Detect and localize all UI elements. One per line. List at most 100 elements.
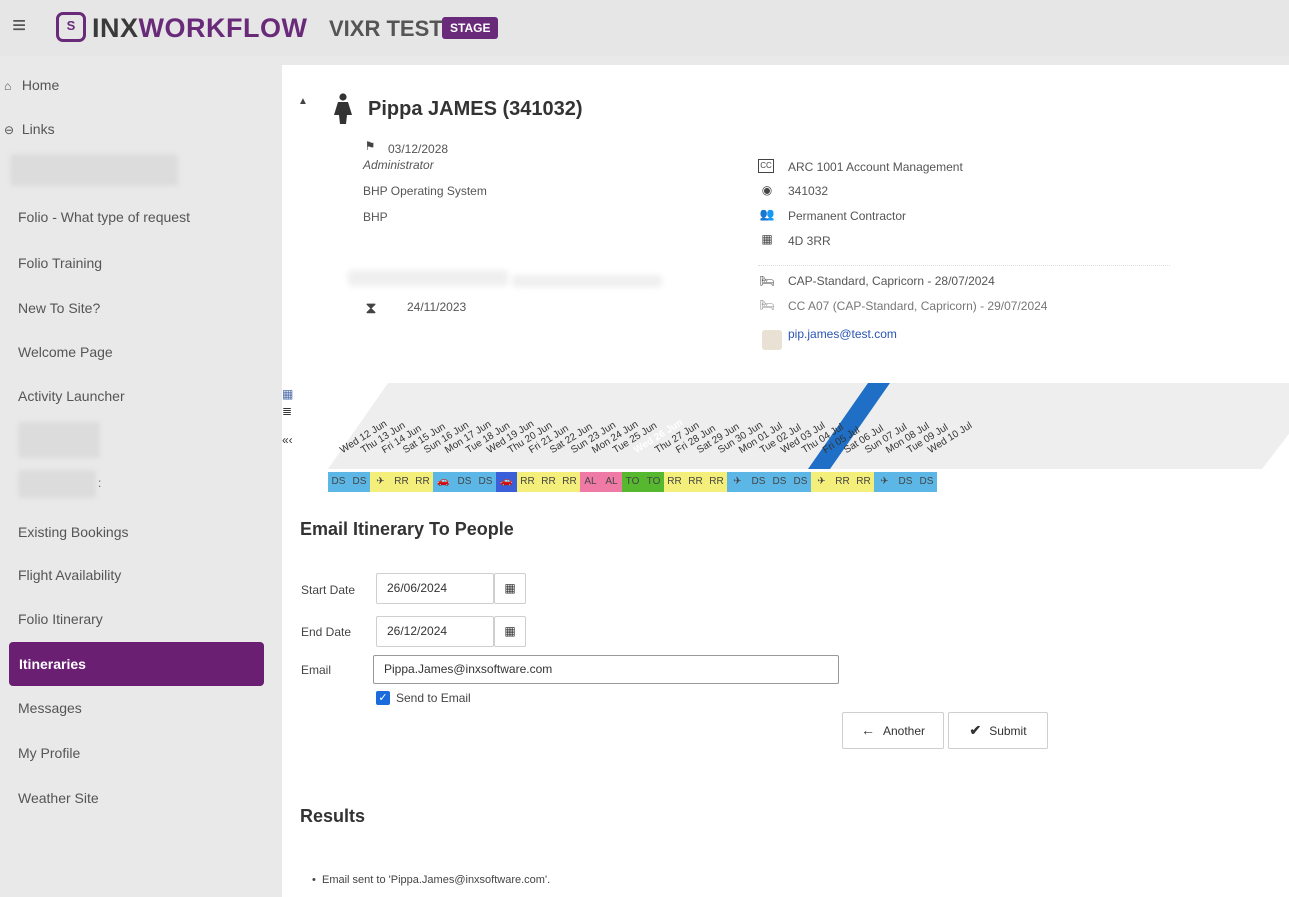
calendar-day-cell[interactable]: 🚗 bbox=[496, 472, 517, 492]
logo-text-workflow: WORKFLOW bbox=[138, 13, 308, 43]
calendar-day-cell[interactable]: TO bbox=[643, 472, 664, 492]
calendar-day-cell[interactable]: DS bbox=[328, 472, 349, 492]
calendar-day-cell[interactable]: RR bbox=[391, 472, 412, 492]
sidebar-item-home[interactable]: ⌂ Home bbox=[4, 76, 59, 95]
person-role: Administrator bbox=[363, 158, 434, 172]
start-date-input[interactable]: 26/06/2024 bbox=[376, 573, 494, 604]
person-system: BHP Operating System bbox=[363, 184, 487, 198]
calendar-day-cell[interactable]: RR bbox=[517, 472, 538, 492]
submit-button[interactable]: ✔ Submit bbox=[948, 712, 1048, 749]
top-bar: ≡ S INXWORKFLOW VIXR TEST STAGE bbox=[0, 0, 1289, 56]
email-avatar-icon bbox=[762, 330, 782, 350]
sidebar-item-weather-site[interactable]: Weather Site bbox=[18, 789, 99, 807]
sidebar-item-links[interactable]: ⊖ Links bbox=[4, 120, 55, 139]
bed-icon: 🛏 bbox=[759, 274, 775, 288]
end-date-input[interactable]: 26/12/2024 bbox=[376, 616, 494, 647]
calendar-day-cell[interactable]: RR bbox=[832, 472, 853, 492]
sidebar-item-folio-itinerary[interactable]: Folio Itinerary bbox=[18, 610, 103, 628]
email-itinerary-title: Email Itinerary To People bbox=[300, 519, 514, 539]
end-date-calendar-icon[interactable]: ▦ bbox=[494, 616, 526, 647]
person-icon bbox=[334, 93, 352, 124]
cost-centre-icon: CC bbox=[758, 159, 774, 173]
calendar-day-cell[interactable]: DS bbox=[895, 472, 916, 492]
hamburger-menu-icon[interactable]: ≡ bbox=[12, 14, 26, 38]
link-icon: ⊖ bbox=[4, 123, 15, 137]
sidebar-item-messages[interactable]: Messages bbox=[18, 699, 82, 717]
checkmark-icon: ✔ bbox=[969, 722, 982, 738]
start-date-label: Start Date bbox=[301, 583, 356, 597]
calendar-day-cell[interactable]: ✈ bbox=[811, 472, 832, 492]
start-date-calendar-icon[interactable]: ▦ bbox=[494, 573, 526, 604]
calendar-day-cell[interactable]: ✈ bbox=[370, 472, 391, 492]
sidebar-item-my-profile[interactable]: My Profile bbox=[18, 744, 80, 762]
accommodation-2: CC A07 (CAP-Standard, Capricorn) - 29/07… bbox=[788, 299, 1048, 313]
sidebar-item-folio-request[interactable]: Folio - What type of request bbox=[18, 208, 190, 226]
blurred-item bbox=[10, 154, 178, 186]
sidebar: ⌂ Home ⊖ Links Folio - What type of requ… bbox=[0, 56, 282, 897]
sidebar-item-itineraries[interactable]: Itineraries bbox=[9, 642, 264, 686]
calendar-day-cell[interactable]: AL bbox=[580, 472, 601, 492]
send-to-email-checkbox[interactable]: ✓ bbox=[376, 691, 390, 705]
blurred-item-colon: : bbox=[98, 476, 102, 490]
calendar-day-cell[interactable]: ✈ bbox=[874, 472, 895, 492]
sidebar-item-new-to-site[interactable]: New To Site? bbox=[18, 299, 100, 317]
eye-icon: ◉ bbox=[761, 183, 773, 197]
calendar-day-cell[interactable]: RR bbox=[538, 472, 559, 492]
calendar-day-cell[interactable]: AL bbox=[601, 472, 622, 492]
blurred-item bbox=[18, 422, 100, 458]
flag-icon: ⚑ bbox=[364, 139, 376, 153]
bed-icon: 🛏 bbox=[759, 298, 775, 312]
calendar-day-cell[interactable]: TO bbox=[622, 472, 643, 492]
info-divider bbox=[758, 265, 1170, 266]
main-content: ▲ Pippa JAMES (341032) ⚑ 03/12/2028 Admi… bbox=[282, 65, 1289, 897]
calendar-day-cell[interactable]: ✈ bbox=[727, 472, 748, 492]
result-message: Email sent to 'Pippa.James@inxsoftware.c… bbox=[322, 874, 551, 886]
sidebar-item-label: Home bbox=[21, 77, 60, 93]
calendar-day-cell[interactable]: RR bbox=[853, 472, 874, 492]
submit-button-label: Submit bbox=[989, 724, 1027, 738]
calendar-day-cell[interactable]: 🚗 bbox=[433, 472, 454, 492]
calendar-day-cell[interactable]: RR bbox=[685, 472, 706, 492]
email-input[interactable]: Pippa.James@inxsoftware.com bbox=[373, 655, 839, 684]
blurred-field bbox=[512, 275, 662, 287]
calendar-day-cell[interactable]: RR bbox=[559, 472, 580, 492]
calendar-day-cell[interactable]: DS bbox=[790, 472, 811, 492]
calendar-day-cell[interactable]: RR bbox=[412, 472, 433, 492]
calendar-day-cell[interactable]: DS bbox=[349, 472, 370, 492]
calendar-day-cell[interactable]: DS bbox=[475, 472, 496, 492]
person-date: 03/12/2028 bbox=[388, 142, 449, 156]
person-name: Pippa JAMES (341032) bbox=[368, 98, 583, 120]
calendar-day-cell[interactable]: DS bbox=[916, 472, 937, 492]
employment-type: Permanent Contractor bbox=[788, 209, 907, 223]
calendar-prev-arrows[interactable]: «‹ bbox=[282, 433, 293, 447]
sidebar-item-flight-availability[interactable]: Flight Availability bbox=[18, 566, 121, 584]
home-icon: ⌂ bbox=[4, 79, 12, 93]
person-email-link[interactable]: pip.james@test.com bbox=[788, 327, 897, 341]
person-end-date: 24/11/2023 bbox=[407, 300, 467, 314]
sidebar-item-existing-bookings[interactable]: Existing Bookings bbox=[18, 523, 129, 541]
calendar-day-cell[interactable]: RR bbox=[706, 472, 727, 492]
hourglass-icon: ⧗ bbox=[365, 300, 377, 317]
list-view-icon[interactable]: ≣ bbox=[282, 404, 292, 418]
stage-badge: STAGE bbox=[442, 17, 499, 39]
sidebar-item-folio-training[interactable]: Folio Training bbox=[18, 254, 102, 272]
calendar-day-cell[interactable]: DS bbox=[454, 472, 475, 492]
another-button-label: Another bbox=[882, 724, 926, 738]
send-to-email-label: Send to Email bbox=[396, 691, 471, 705]
group-icon: 👥 bbox=[759, 207, 775, 221]
cost-centre: ARC 1001 Account Management bbox=[788, 160, 963, 174]
app-logo-text: INXWORKFLOW bbox=[92, 12, 307, 44]
sidebar-item-welcome-page[interactable]: Welcome Page bbox=[18, 343, 113, 361]
collapse-caret-icon[interactable]: ▲ bbox=[298, 96, 308, 107]
calendar-view-icon[interactable]: ▦ bbox=[282, 387, 293, 401]
logo-text-inx: INX bbox=[92, 13, 139, 43]
calendar-day-cell[interactable]: DS bbox=[748, 472, 769, 492]
another-button[interactable]: ← Another bbox=[842, 712, 944, 749]
blurred-item bbox=[18, 470, 96, 498]
sidebar-item-activity-launcher[interactable]: Activity Launcher bbox=[18, 387, 125, 405]
calendar-day-cell[interactable]: RR bbox=[664, 472, 685, 492]
calendar-day-cell[interactable]: DS bbox=[769, 472, 790, 492]
calendar-icon: ▦ bbox=[761, 232, 773, 246]
result-bullet: • bbox=[312, 874, 316, 886]
arrow-left-icon: ← bbox=[860, 722, 875, 738]
